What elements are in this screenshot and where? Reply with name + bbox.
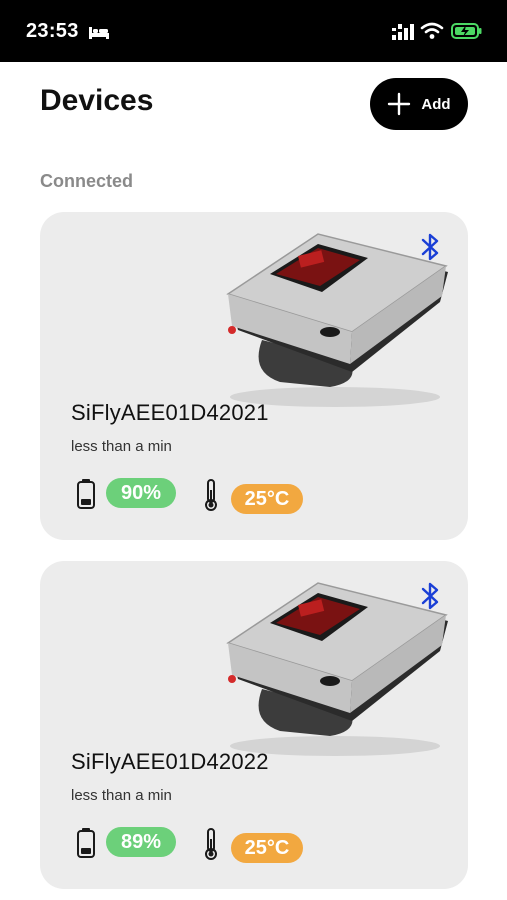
- cellular-signal-icon: [392, 24, 416, 45]
- device-card[interactable]: SiFlyAEE01D42022 less than a min 89% 25°…: [40, 561, 468, 889]
- temperature-badge: 25°C: [231, 484, 303, 514]
- battery-charging-icon: [451, 23, 483, 44]
- wifi-icon: [420, 22, 444, 45]
- battery-icon: [76, 478, 96, 515]
- last-seen-text: less than a min: [71, 787, 172, 804]
- last-seen-text: less than a min: [71, 438, 172, 455]
- page-title: Devices: [40, 84, 154, 117]
- temperature-badge: 25°C: [231, 833, 303, 863]
- status-bar: 23:53: [0, 0, 507, 62]
- status-time: 23:53: [26, 20, 79, 42]
- bluetooth-icon: [420, 232, 442, 267]
- plus-icon: [387, 92, 411, 116]
- bed-icon: [88, 24, 110, 45]
- battery-level-badge: 89%: [106, 827, 176, 857]
- add-device-button[interactable]: Add: [370, 78, 468, 130]
- section-label-connected: Connected: [40, 171, 134, 191]
- device-name: SiFlyAEE01D42022: [71, 749, 269, 774]
- device-name: SiFlyAEE01D42021: [71, 400, 269, 425]
- add-button-label: Add: [421, 95, 451, 113]
- device-card[interactable]: SiFlyAEE01D42021 less than a min 90% 25°…: [40, 212, 468, 540]
- thermometer-icon: [202, 827, 220, 866]
- bluetooth-icon: [420, 581, 442, 616]
- thermometer-icon: [202, 478, 220, 517]
- battery-level-badge: 90%: [106, 478, 176, 508]
- battery-icon: [76, 827, 96, 864]
